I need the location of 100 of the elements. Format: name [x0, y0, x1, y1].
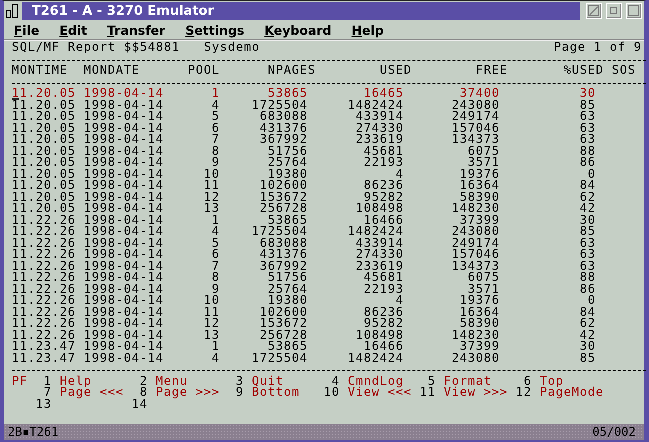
table-cell: 11.22.26	[12, 226, 76, 238]
table-cell-text: 243080	[450, 352, 500, 364]
table-cell-text: 249174	[450, 238, 500, 249]
table-cell-text: 16466	[364, 214, 404, 226]
function-key-label[interactable]: Quit	[252, 376, 284, 387]
table-cell: 1998-04-14	[84, 192, 164, 203]
function-key-label[interactable]: View <<<	[348, 387, 412, 398]
window-title: T261 - A - 3270 Emulator	[31, 4, 214, 18]
restore-button[interactable]	[606, 3, 622, 19]
maximize-button[interactable]	[626, 3, 642, 19]
column-header: FREE	[476, 65, 510, 76]
table-cell: 11.20.05	[12, 168, 76, 180]
table-cell-text: 5	[210, 238, 220, 249]
table-cell-text: 63	[578, 249, 596, 260]
table-cell-text: 86236	[362, 180, 404, 192]
table-cell-text: 10	[202, 295, 220, 306]
table-cell-text: 63	[578, 134, 596, 146]
function-key-label[interactable]: View >>>	[444, 387, 508, 398]
function-key-label[interactable]: Page <<<	[60, 387, 124, 398]
table-cell-text: 22193	[362, 284, 404, 295]
table-cell-text: 53865	[268, 214, 308, 226]
table-cell: 11.23.47	[12, 341, 76, 352]
table-cell-text: 95282	[362, 318, 404, 330]
table-cell-text: 85	[578, 352, 596, 364]
function-key-label[interactable]: PageMode	[540, 387, 604, 398]
table-cell-text: 6	[210, 122, 220, 134]
function-key-label[interactable]: Top	[540, 376, 564, 387]
function-key-label[interactable]: Menu	[156, 376, 188, 387]
table-cell: 1998-04-14	[84, 341, 164, 352]
table-cell: 1998-04-14	[84, 100, 164, 111]
function-key-number: 6	[524, 376, 532, 387]
table-cell: 11.22.26	[12, 284, 76, 295]
table-cell: 1998-04-14	[84, 226, 164, 238]
function-key-label[interactable]: Page >>>	[156, 387, 220, 398]
table-cell: 11.22.26	[12, 306, 76, 318]
table-cell-text: 8	[210, 146, 220, 157]
table-cell-text: 9	[212, 284, 220, 295]
table-cell: 1998-04-14	[84, 249, 164, 260]
page-indicator: Page 1 of 9	[554, 42, 642, 54]
table-cell: 11.22.26	[12, 260, 76, 272]
menu-item[interactable]: Keyboard	[264, 22, 332, 38]
column-header: POOL	[188, 65, 222, 76]
table-cell-text: 45681	[364, 272, 404, 284]
table-cell-text: 11	[202, 306, 220, 318]
table-cell-text: 13	[202, 330, 220, 341]
table-cell: 1998-04-14	[84, 260, 164, 272]
table-cell-text: 1482424	[346, 100, 404, 111]
column-header: NPAGES	[268, 65, 318, 76]
function-key-label[interactable]: Bottom	[252, 387, 300, 398]
app-icon[interactable]	[6, 3, 20, 19]
function-key-label[interactable]: CmndLog	[348, 376, 404, 387]
table-cell-text: 0	[588, 295, 596, 306]
function-key-label[interactable]: Help	[60, 376, 92, 387]
table-cell: 11.23.47	[12, 352, 76, 364]
table-cell-text: 148230	[450, 330, 500, 341]
table-cell-text: 134373	[450, 134, 500, 146]
table-cell: 1998-04-14	[84, 88, 164, 100]
resize-icon	[588, 5, 600, 17]
table-cell-text: 19380	[268, 168, 308, 180]
table-cell-text: 16466	[364, 341, 404, 352]
table-cell-text: 134373	[450, 260, 500, 272]
table-cell: 1998-04-14	[84, 122, 164, 134]
table-cell-text: 62	[578, 192, 596, 203]
function-key-number: 1	[44, 376, 52, 387]
table-cell-text: 6	[210, 249, 220, 260]
function-key-label[interactable]: Format	[444, 376, 492, 387]
column-header: %USED	[564, 65, 606, 76]
table-cell-text: 16364	[458, 306, 500, 318]
table-cell: 11.22.26	[12, 272, 76, 284]
table-cell-text: 1482424	[346, 352, 404, 364]
table-cell-text: 148230	[450, 203, 500, 214]
table-cell-text: 683088	[260, 111, 308, 122]
table-cell-text: 86	[578, 157, 596, 168]
table-cell-text: 53865	[268, 341, 308, 352]
menu-item[interactable]: Edit	[60, 22, 88, 38]
table-cell-text: 42	[578, 203, 596, 214]
function-key-number: 9	[236, 387, 244, 398]
table-cell-text: 108498	[354, 330, 404, 341]
table-cell-text: 19376	[458, 168, 500, 180]
table-cell-text: 4	[396, 295, 404, 306]
table-cell: 1998-04-14	[84, 330, 164, 341]
table-cell-text: 30	[578, 214, 596, 226]
table-cell: 1998-04-14	[84, 352, 164, 364]
table-cell-text: 63	[578, 122, 596, 134]
menu-item[interactable]: Transfer	[107, 22, 166, 38]
table-cell: 11.20.05	[12, 122, 76, 134]
resize-button[interactable]	[586, 3, 602, 19]
table-cell-text: 84	[578, 180, 596, 192]
table-cell-text: 16364	[458, 180, 500, 192]
table-cell-text: 9	[210, 157, 220, 168]
table-cell-text: 153672	[258, 192, 308, 203]
table-cell-text: 6075	[468, 272, 500, 284]
menu-item[interactable]: File	[14, 22, 40, 38]
menu-item[interactable]: Help	[352, 22, 384, 38]
table-cell: 1998-04-14	[84, 168, 164, 180]
menu-item[interactable]: Settings	[186, 22, 245, 38]
table-cell-text: 16465	[362, 88, 404, 100]
table-cell-text: 51756	[268, 272, 308, 284]
function-key-number: 10	[324, 387, 340, 398]
table-cell-text: 7	[210, 134, 220, 146]
